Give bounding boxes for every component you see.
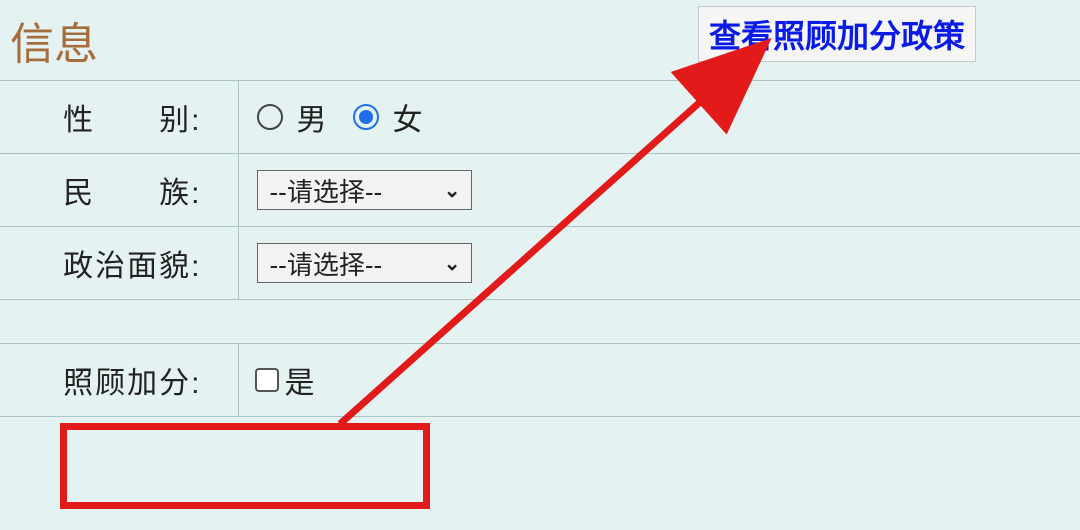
- political-select-value: --请选择--: [270, 245, 383, 282]
- ethnicity-select-value: --请选择--: [270, 172, 383, 209]
- gender-male-radio[interactable]: [257, 104, 283, 130]
- annotation-highlight-box: [60, 423, 430, 509]
- bonus-option-label: 是: [285, 358, 315, 402]
- chevron-down-icon: ⌄: [444, 178, 461, 203]
- political-label: 政治面貌:: [0, 227, 238, 300]
- gender-female-label: 女: [393, 95, 423, 139]
- bonus-checkbox[interactable]: [255, 368, 279, 392]
- ethnicity-label: 民 族:: [0, 154, 238, 227]
- bonus-label: 照顾加分:: [0, 344, 238, 417]
- gender-label: 性 别:: [0, 81, 238, 154]
- ethnicity-select[interactable]: --请选择-- ⌄: [257, 170, 472, 210]
- chevron-down-icon: ⌄: [444, 251, 461, 276]
- view-bonus-policy-button[interactable]: 查看照顾加分政策: [698, 6, 976, 62]
- political-select[interactable]: --请选择-- ⌄: [257, 243, 472, 283]
- form-table: 性 别: 男 女 民 族: --请选择-- ⌄ 政治面貌: --请选择-- ⌄: [0, 80, 1080, 417]
- spacer-row: [0, 300, 1080, 344]
- gender-female-radio[interactable]: [353, 104, 379, 130]
- gender-male-label: 男: [297, 95, 327, 139]
